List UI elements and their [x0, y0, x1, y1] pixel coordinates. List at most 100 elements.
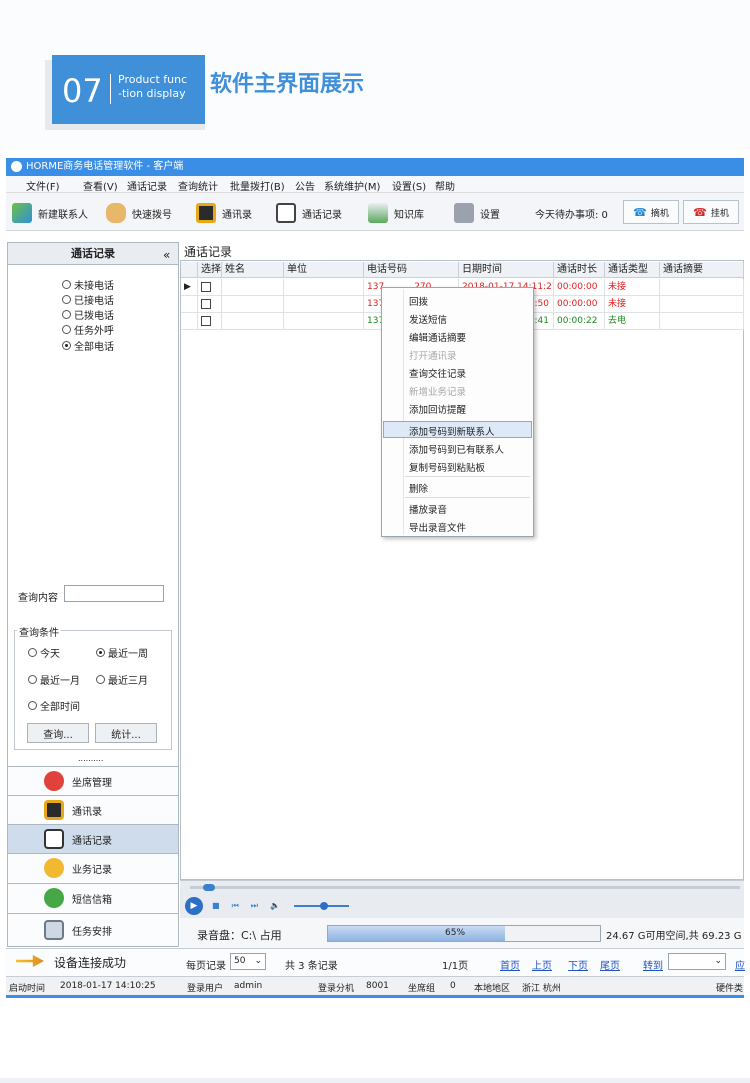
menu-gutter: [403, 289, 404, 535]
menu-delete[interactable]: 删除: [409, 481, 428, 495]
menu-callback[interactable]: 回拨: [409, 294, 428, 308]
filter-missed[interactable]: 未接电话: [62, 277, 114, 292]
cond-last-week[interactable]: 最近一周: [96, 645, 148, 660]
pickup-button[interactable]: ☎ 摘机: [623, 200, 679, 224]
nav-contacts[interactable]: 通讯录: [8, 795, 178, 824]
window-bottom-border: [6, 995, 744, 998]
book-check-icon: [368, 203, 388, 223]
new-contact-button[interactable]: 新建联系人: [12, 203, 88, 223]
collapse-icon[interactable]: «: [163, 248, 170, 262]
col-duration[interactable]: 通话时长: [554, 262, 605, 278]
menu-send-sms[interactable]: 发送短信: [409, 312, 447, 326]
menu-help[interactable]: 帮助: [435, 178, 455, 193]
menu-query-stats[interactable]: 查询统计: [178, 178, 218, 193]
filter-answered[interactable]: 已接电话: [62, 292, 114, 307]
query-button[interactable]: 查询...: [27, 723, 89, 743]
menu-notice[interactable]: 公告: [295, 178, 315, 193]
per-page-select[interactable]: 50 ⌄: [230, 953, 266, 970]
app-phone-icon: [11, 161, 22, 172]
menu-add-to-new-contact[interactable]: 添加号码到新联系人: [409, 424, 495, 438]
menu-batch-dial[interactable]: 批量拨打(B): [230, 178, 285, 193]
nav-task-schedule[interactable]: 任务安排: [8, 913, 178, 946]
call-log-button[interactable]: 通话记录: [276, 203, 342, 223]
clipboard-icon: [44, 829, 64, 849]
row-checkbox[interactable]: [201, 299, 211, 309]
col-company[interactable]: 单位: [284, 262, 364, 278]
cond-last-month[interactable]: 最近一月: [28, 672, 80, 687]
filter-label: 已接电话: [74, 296, 114, 307]
query-input[interactable]: [64, 585, 164, 602]
nav-business-records[interactable]: 业务记录: [8, 853, 178, 882]
col-type[interactable]: 通话类型: [605, 262, 660, 278]
col-phone[interactable]: 电话号码: [364, 262, 459, 278]
menu-settings[interactable]: 设置(S): [392, 178, 426, 193]
prev-page-link[interactable]: 上页: [532, 957, 552, 972]
radio-icon: [28, 701, 37, 710]
table-row[interactable]: [198, 279, 222, 296]
cond-last-three-months[interactable]: 最近三月: [96, 672, 148, 687]
filter-all[interactable]: 全部电话: [62, 338, 114, 353]
seek-track[interactable]: [190, 886, 740, 889]
goto-link[interactable]: 转到: [643, 957, 663, 972]
stop-icon[interactable]: ■: [212, 901, 232, 910]
contacts-button[interactable]: 通讯录: [196, 203, 252, 223]
menu-play-recording[interactable]: 播放录音: [409, 502, 447, 516]
seek-thumb[interactable]: [203, 884, 215, 891]
stats-button[interactable]: 统计...: [95, 723, 157, 743]
knowledge-button[interactable]: 知识库: [368, 203, 424, 223]
first-page-link[interactable]: 首页: [500, 957, 520, 972]
menu-copy-number[interactable]: 复制号码到粘贴板: [409, 460, 485, 474]
hangup-icon: ☎: [693, 205, 707, 219]
volume-icon[interactable]: 🔈: [270, 901, 292, 910]
next-page-link[interactable]: 下页: [568, 957, 588, 972]
menu-file[interactable]: 文件(F): [26, 178, 60, 193]
menu-edit-summary[interactable]: 编辑通话摘要: [409, 330, 466, 344]
apply-link[interactable]: 应: [735, 957, 745, 972]
previous-icon[interactable]: ⏮: [232, 901, 251, 910]
nav-sms-inbox[interactable]: 短信信箱: [8, 883, 178, 912]
volume-thumb[interactable]: [320, 902, 328, 910]
menu-query-history[interactable]: 查询交往记录: [409, 366, 466, 380]
col-name[interactable]: 姓名: [222, 262, 284, 278]
nav-call-log[interactable]: 通话记录: [8, 824, 178, 853]
filter-label: 任务外呼: [74, 326, 114, 337]
player-controls[interactable]: ■⏮⏭🔈: [212, 901, 292, 911]
goto-page-select[interactable]: ⌄: [668, 953, 726, 970]
table-row[interactable]: [198, 296, 222, 313]
hangup-button[interactable]: ☎ 挂机: [683, 200, 739, 224]
settings-button[interactable]: 设置: [454, 203, 500, 223]
menu-export-recording[interactable]: 导出录音文件: [409, 520, 466, 534]
menu-open-contacts[interactable]: 打开通讯录: [409, 348, 457, 362]
col-select[interactable]: 选择: [198, 262, 222, 278]
address-book-icon: [196, 203, 216, 223]
col-summary[interactable]: 通话摘要: [660, 262, 744, 278]
last-page-link[interactable]: 尾页: [600, 957, 620, 972]
cond-today[interactable]: 今天: [28, 645, 60, 660]
nav-agent-management[interactable]: 坐席管理: [8, 766, 178, 795]
next-icon[interactable]: ⏭: [251, 901, 270, 910]
table-row[interactable]: [198, 313, 222, 330]
menu-add-reminder[interactable]: 添加回访提醒: [409, 402, 466, 416]
cond-all-time[interactable]: 全部时间: [28, 698, 80, 713]
menu-call-log[interactable]: 通话记录: [127, 178, 167, 193]
play-icon[interactable]: ▶: [185, 897, 203, 915]
filter-task-outbound[interactable]: 任务外呼: [62, 322, 114, 337]
row-header: [181, 296, 198, 313]
menu-add-to-existing-contact[interactable]: 添加号码到已有联系人: [409, 442, 504, 456]
radio-icon: [62, 280, 71, 289]
row-checkbox[interactable]: [201, 316, 211, 326]
splitter-handle[interactable]: ..........: [78, 754, 103, 763]
cell-type: 去电: [605, 313, 660, 330]
nav-label: 业务记录: [72, 864, 112, 876]
menu-view[interactable]: 查看(V): [83, 178, 118, 193]
filter-dialed[interactable]: 已拨电话: [62, 307, 114, 322]
menu-new-business-record[interactable]: 新增业务记录: [409, 384, 466, 398]
contacts-icon: [44, 800, 64, 820]
nav-label: 通讯录: [72, 806, 102, 818]
quick-dial-button[interactable]: 快速拨号: [106, 203, 172, 223]
row-checkbox[interactable]: [201, 282, 211, 292]
menu-maintenance[interactable]: 系统维护(M): [324, 178, 380, 193]
hangup-label: 挂机: [710, 208, 729, 219]
col-datetime[interactable]: 日期时间: [459, 262, 554, 278]
section-subtitle: Product func -tion display: [118, 73, 187, 101]
